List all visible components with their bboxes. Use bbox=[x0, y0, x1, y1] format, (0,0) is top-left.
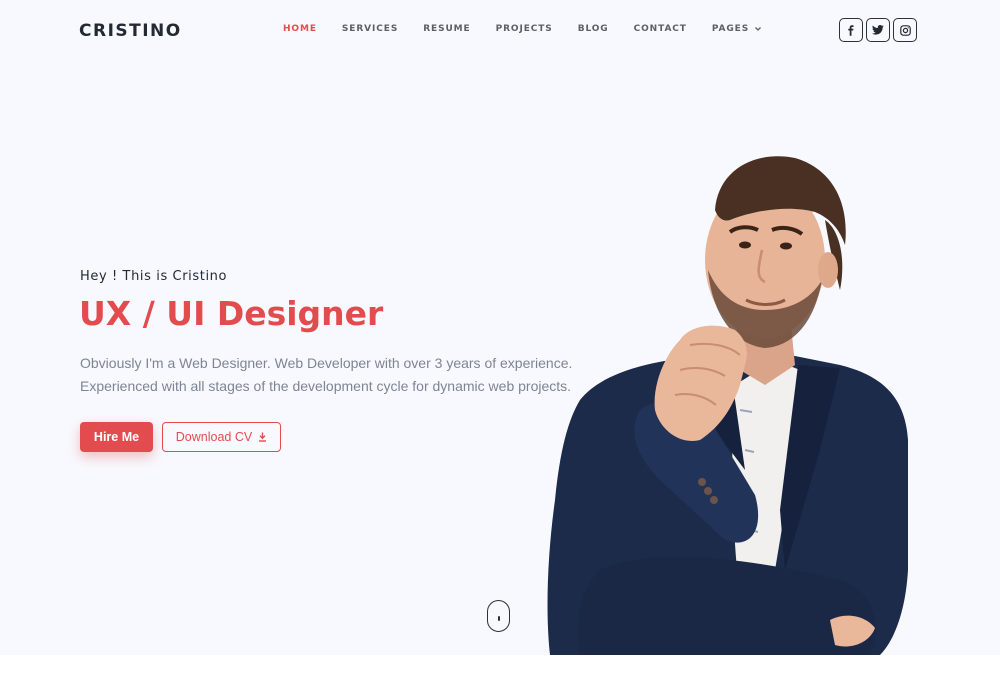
nav-home[interactable]: HOME bbox=[283, 24, 317, 34]
nav-services[interactable]: SERVICES bbox=[342, 24, 398, 34]
twitter-button[interactable] bbox=[866, 18, 890, 42]
site-logo[interactable]: CRISTINO bbox=[79, 21, 182, 41]
twitter-icon bbox=[872, 25, 884, 35]
nav-contact[interactable]: CONTACT bbox=[634, 24, 687, 34]
chevron-down-icon bbox=[755, 27, 762, 31]
facebook-icon bbox=[848, 24, 854, 36]
download-icon bbox=[259, 432, 267, 442]
instagram-button[interactable] bbox=[893, 18, 917, 42]
hero-headline: UX / UI Designer bbox=[79, 294, 384, 333]
nav-blog[interactable]: BLOG bbox=[578, 24, 609, 34]
download-cv-label: Download CV bbox=[175, 430, 253, 444]
nav-resume[interactable]: RESUME bbox=[423, 24, 470, 34]
portrait-image bbox=[547, 156, 908, 655]
nav-pages-label: PAGES bbox=[711, 24, 750, 34]
scroll-wheel bbox=[498, 616, 500, 621]
social-links bbox=[839, 18, 917, 42]
nav-pages[interactable]: PAGES bbox=[712, 24, 762, 34]
hero-section: CRISTINO HOME SERVICES RESUME PROJECTS B… bbox=[0, 0, 1000, 655]
instagram-icon bbox=[899, 24, 911, 36]
hire-me-button[interactable]: Hire Me bbox=[80, 422, 153, 452]
hero-description-line: Obviously I'm a Web Designer. Web Develo… bbox=[80, 355, 573, 371]
main-nav: HOME SERVICES RESUME PROJECTS BLOG CONTA… bbox=[283, 24, 762, 34]
nav-projects[interactable]: PROJECTS bbox=[496, 24, 553, 34]
facebook-button[interactable] bbox=[839, 18, 863, 42]
hero-description-line: Experienced with all stages of the devel… bbox=[80, 378, 572, 394]
hero-greeting: Hey ! This is Cristino bbox=[80, 269, 228, 284]
hero-description: Obviously I'm a Web Designer. Web Develo… bbox=[80, 352, 580, 398]
download-cv-button[interactable]: Download CV bbox=[162, 422, 281, 452]
scroll-down-mouse-icon[interactable] bbox=[487, 600, 510, 632]
